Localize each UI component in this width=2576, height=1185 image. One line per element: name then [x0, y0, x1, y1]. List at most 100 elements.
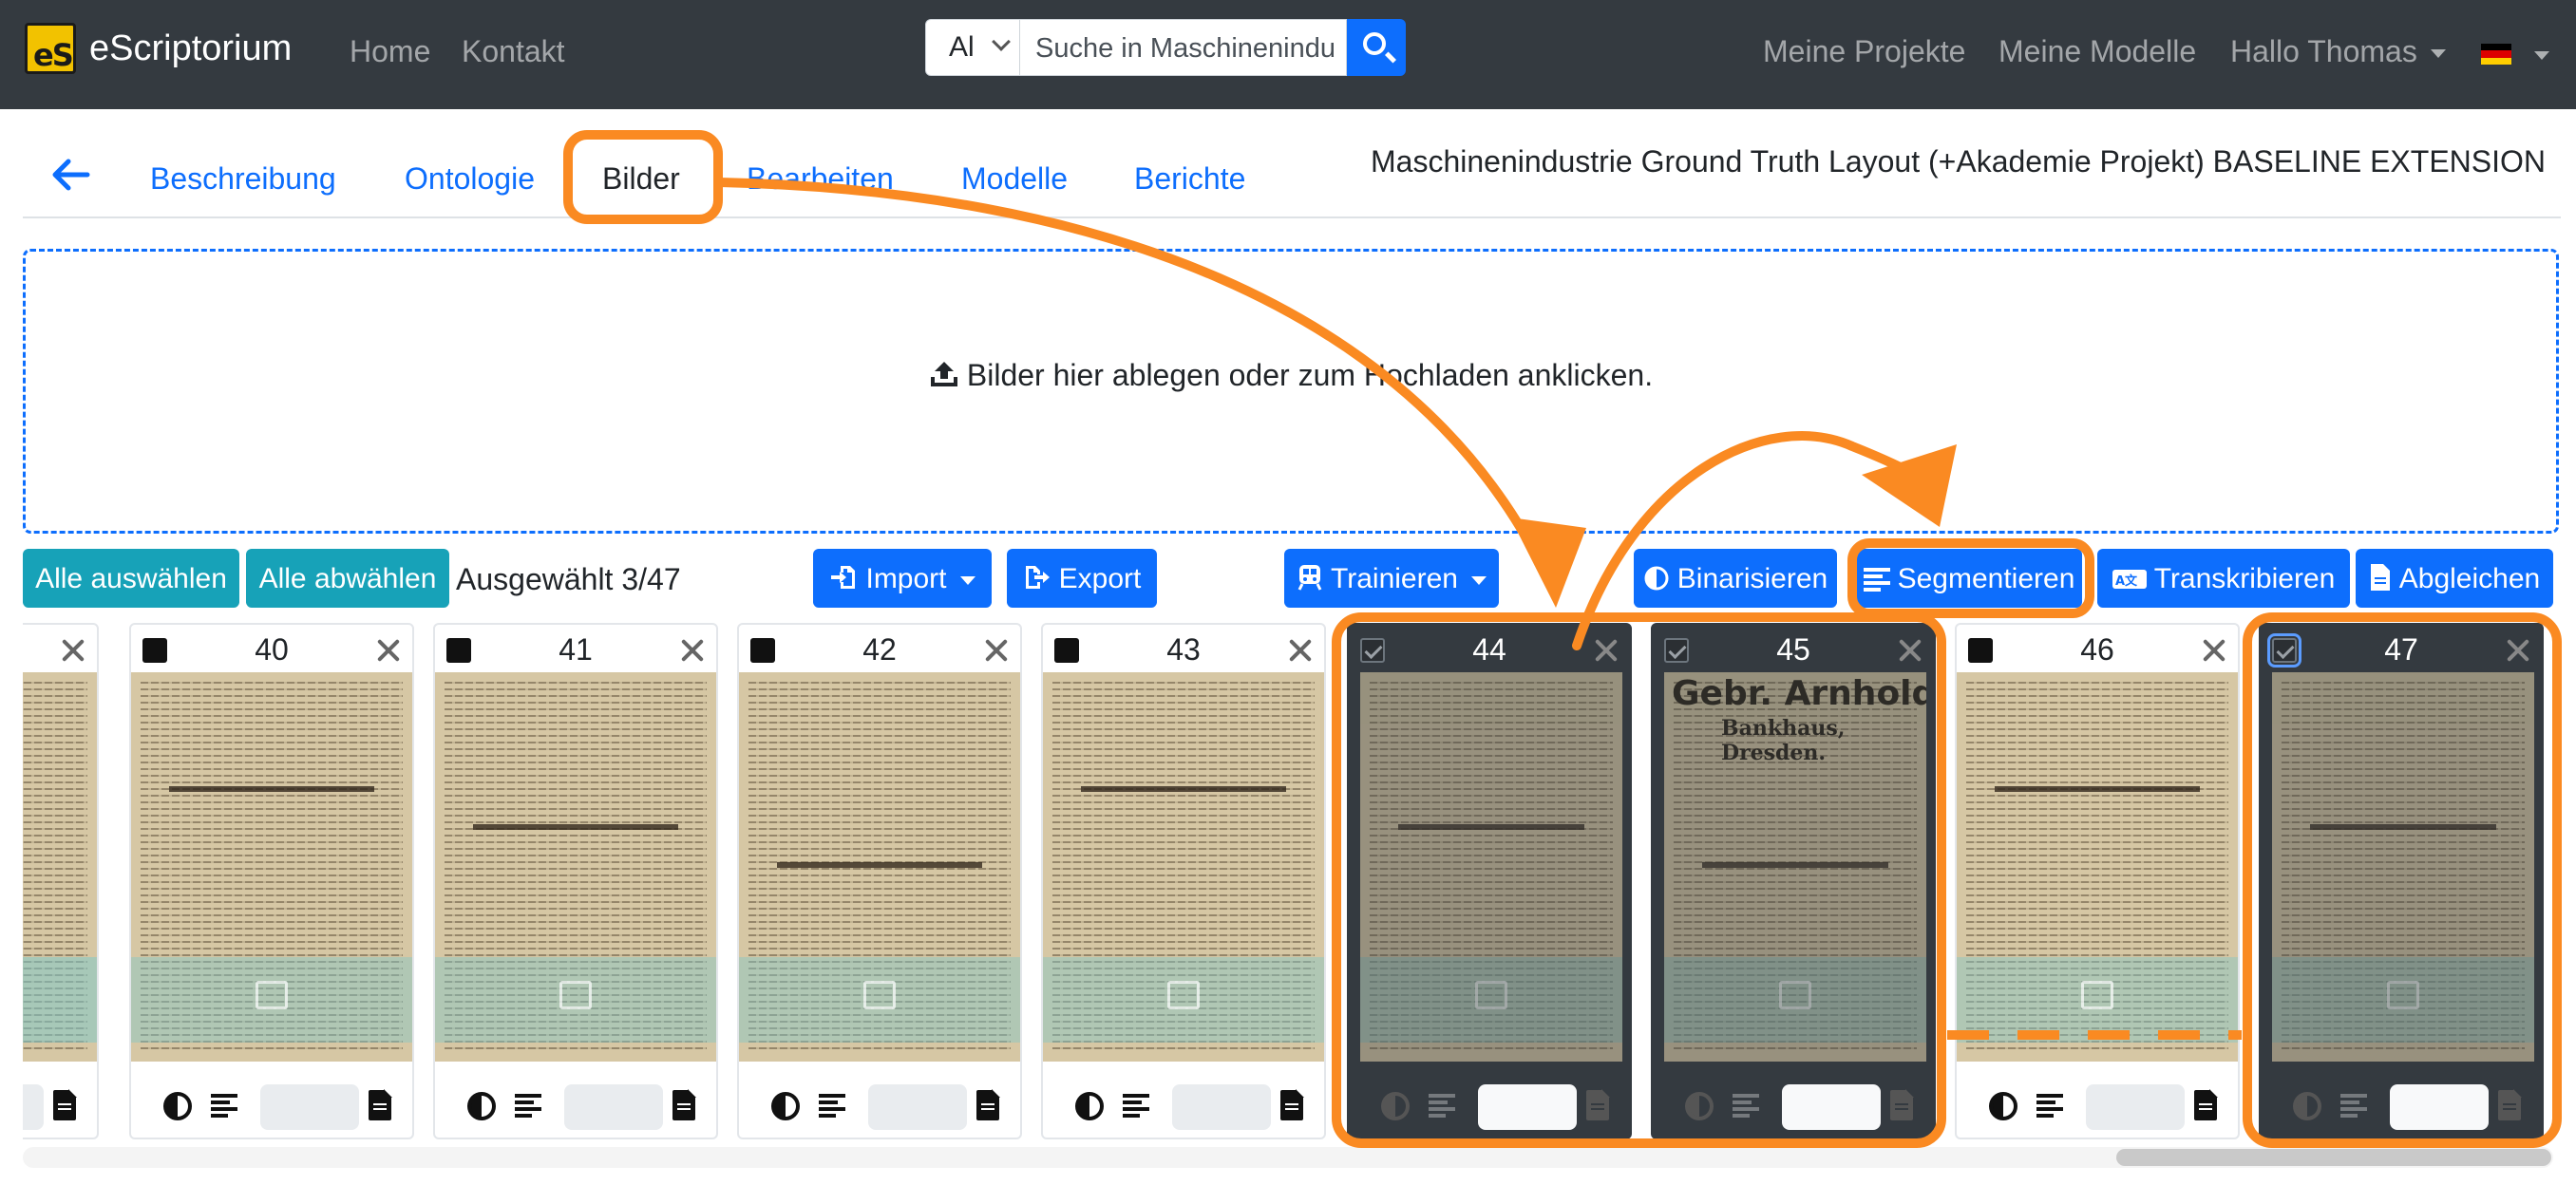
- page-thumbnail[interactable]: [1043, 672, 1324, 1062]
- page-thumbnail[interactable]: [435, 672, 716, 1062]
- search-scope-select[interactable]: Al: [925, 19, 1020, 76]
- segment-button[interactable]: Segmentieren: [1856, 549, 2082, 608]
- binarize-button[interactable]: Binarisieren: [1634, 549, 1837, 608]
- close-icon[interactable]: [1594, 638, 1619, 663]
- contrast-icon[interactable]: [467, 1092, 496, 1120]
- close-icon[interactable]: [61, 638, 85, 663]
- align-left-icon[interactable]: [2036, 1094, 2063, 1119]
- page-thumbnail[interactable]: [131, 672, 412, 1062]
- language-flag-icon[interactable]: [2481, 44, 2511, 65]
- image-card[interactable]: [23, 623, 99, 1139]
- rename-field[interactable]: [260, 1084, 359, 1130]
- contrast-icon[interactable]: [1685, 1092, 1714, 1120]
- export-button[interactable]: Export: [1007, 549, 1157, 608]
- contrast-icon[interactable]: [1381, 1092, 1410, 1120]
- document-icon[interactable]: [2498, 1089, 2522, 1120]
- close-icon[interactable]: [376, 638, 401, 663]
- contrast-icon[interactable]: [163, 1092, 192, 1120]
- close-icon[interactable]: [680, 638, 705, 663]
- rename-field[interactable]: [2086, 1084, 2185, 1130]
- search-input[interactable]: Suche in Maschinenindu: [1020, 19, 1347, 76]
- image-card-44[interactable]: 44: [1347, 623, 1632, 1139]
- rename-field[interactable]: [23, 1084, 44, 1130]
- tab-berichte[interactable]: Berichte: [1134, 161, 1245, 197]
- contrast-icon[interactable]: [1075, 1092, 1104, 1120]
- deselect-all-button[interactable]: Alle abwählen: [246, 549, 449, 608]
- language-caret-icon[interactable]: [2534, 51, 2549, 60]
- tab-bilder[interactable]: Bilder: [602, 161, 680, 197]
- tab-modelle[interactable]: Modelle: [961, 161, 1068, 197]
- align-left-icon[interactable]: [819, 1094, 845, 1119]
- align-left-icon[interactable]: [1123, 1094, 1149, 1119]
- nav-kontakt[interactable]: Kontakt: [462, 34, 565, 69]
- image-card-43[interactable]: 43: [1041, 623, 1326, 1139]
- rename-field[interactable]: [564, 1084, 663, 1130]
- edit-icon[interactable]: [559, 981, 592, 1009]
- import-button[interactable]: Import: [813, 549, 992, 608]
- nav-meine-modelle[interactable]: Meine Modelle: [1998, 34, 2196, 69]
- select-all-button[interactable]: Alle auswählen: [23, 549, 239, 608]
- user-menu[interactable]: Hallo Thomas: [2230, 34, 2446, 69]
- tab-ontologie[interactable]: Ontologie: [405, 161, 535, 197]
- edit-icon[interactable]: [1779, 981, 1811, 1009]
- document-icon[interactable]: [1586, 1089, 1610, 1120]
- brand-link[interactable]: eS eScriptorium: [25, 23, 292, 74]
- page-thumbnail[interactable]: [739, 672, 1020, 1062]
- transcribe-button[interactable]: A文 Transkribieren: [2097, 549, 2350, 608]
- rename-field[interactable]: [2390, 1084, 2489, 1130]
- page-thumbnail[interactable]: [2272, 672, 2534, 1062]
- document-icon[interactable]: [976, 1089, 1000, 1120]
- contrast-icon[interactable]: [771, 1092, 800, 1120]
- image-card-41[interactable]: 41: [433, 623, 718, 1139]
- chevron-down-icon: [992, 32, 1011, 51]
- document-icon[interactable]: [53, 1089, 77, 1120]
- edit-icon[interactable]: [1475, 981, 1507, 1009]
- close-icon[interactable]: [984, 638, 1009, 663]
- align-left-icon[interactable]: [211, 1094, 237, 1119]
- document-icon[interactable]: [369, 1089, 392, 1120]
- close-icon[interactable]: [1898, 638, 1923, 663]
- back-arrow-icon[interactable]: [49, 158, 91, 192]
- train-button[interactable]: Trainieren: [1284, 549, 1499, 608]
- upload-dropzone[interactable]: Bilder hier ablegen oder zum Hochladen a…: [23, 249, 2559, 534]
- nav-home[interactable]: Home: [350, 34, 430, 69]
- edit-icon[interactable]: [863, 981, 896, 1009]
- tab-beschreibung[interactable]: Beschreibung: [150, 161, 336, 197]
- close-icon[interactable]: [2506, 638, 2530, 663]
- tab-bearbeiten[interactable]: Bearbeiten: [747, 161, 894, 197]
- image-card-45[interactable]: 45 Gebr. Arnhold, Bankhaus, Dresden.: [1651, 623, 1936, 1139]
- image-card-40[interactable]: 40: [129, 623, 414, 1139]
- page-thumbnail[interactable]: [23, 672, 97, 1062]
- contrast-icon[interactable]: [1989, 1092, 2017, 1120]
- rename-field[interactable]: [1782, 1084, 1881, 1130]
- align-left-icon[interactable]: [1429, 1094, 1455, 1119]
- document-icon[interactable]: [1280, 1089, 1304, 1120]
- edit-icon[interactable]: [2387, 981, 2419, 1009]
- contrast-icon[interactable]: [2293, 1092, 2321, 1120]
- edit-icon[interactable]: [256, 981, 288, 1009]
- align-left-icon[interactable]: [1733, 1094, 1759, 1119]
- align-left-icon[interactable]: [515, 1094, 541, 1119]
- page-thumbnail[interactable]: [1360, 672, 1622, 1062]
- image-card-42[interactable]: 42: [737, 623, 1022, 1139]
- edit-icon[interactable]: [2081, 981, 2113, 1009]
- align-button[interactable]: Abgleichen: [2356, 549, 2553, 608]
- image-strip[interactable]: 40 41 42 43 44 45 Gebr. Arnhold, Bankhaus, Dres…: [23, 623, 2553, 1143]
- page-thumbnail[interactable]: Gebr. Arnhold, Bankhaus, Dresden.: [1664, 672, 1926, 1062]
- rename-field[interactable]: [868, 1084, 967, 1130]
- search-button[interactable]: [1347, 19, 1406, 76]
- nav-meine-projekte[interactable]: Meine Projekte: [1763, 34, 1965, 69]
- rename-field[interactable]: [1172, 1084, 1271, 1130]
- page-thumbnail[interactable]: [1957, 672, 2238, 1062]
- close-icon[interactable]: [2202, 638, 2226, 663]
- rename-field[interactable]: [1478, 1084, 1577, 1130]
- document-icon[interactable]: [2194, 1089, 2218, 1120]
- image-card-46[interactable]: 46: [1955, 623, 2240, 1139]
- edit-icon[interactable]: [1167, 981, 1200, 1009]
- document-icon[interactable]: [672, 1089, 696, 1120]
- align-left-icon[interactable]: [2340, 1094, 2367, 1119]
- document-icon[interactable]: [1890, 1089, 1914, 1120]
- image-card-47[interactable]: 47: [2259, 623, 2544, 1139]
- close-icon[interactable]: [1288, 638, 1313, 663]
- scrollbar-thumb[interactable]: [2116, 1149, 2551, 1166]
